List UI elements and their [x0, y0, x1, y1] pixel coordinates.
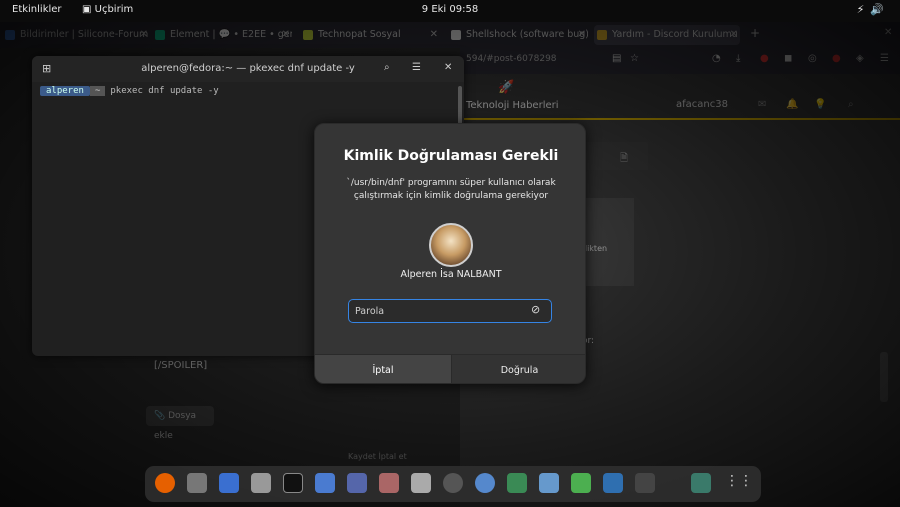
extension-icon[interactable]: ◎ [808, 53, 817, 64]
tab-label: Bildirimler | Silicone-Forum [20, 29, 149, 40]
dash-dock: ⋮⋮ [145, 466, 761, 502]
spoiler-tag: [/SPOILER] [154, 360, 208, 371]
new-tab-icon[interactable]: + [750, 26, 760, 40]
tab-label: Yardım - Discord Kurulumu [612, 29, 738, 40]
app-icon[interactable] [347, 473, 367, 493]
user-name: Alperen İsa NALBANT [400, 269, 502, 280]
close-tab-icon[interactable]: ✕ [578, 25, 586, 45]
terminal-scrollbar[interactable] [458, 86, 462, 126]
hamburger-menu-icon[interactable]: ☰ [412, 62, 421, 73]
volume-icon: 🔊 [870, 3, 890, 16]
mail-icon[interactable]: ✉ [758, 99, 766, 110]
terminal-icon[interactable] [283, 473, 303, 493]
extension-icon[interactable]: ● [832, 53, 841, 64]
close-tab-icon[interactable]: ✕ [282, 25, 290, 45]
app-icon[interactable] [691, 473, 711, 493]
download-icon[interactable]: ⤓ [736, 53, 740, 64]
tab-label: Shellshock (software bug) [466, 29, 588, 40]
extensions-icon[interactable] [571, 473, 591, 493]
user-menu[interactable]: afacanc38 [676, 99, 728, 110]
password-input[interactable] [348, 299, 552, 323]
search-icon[interactable]: ⌕ [384, 62, 390, 73]
close-tab-icon[interactable]: ✕ [730, 25, 738, 45]
firefox-icon[interactable] [155, 473, 175, 493]
system-tray[interactable]: ⚡🔊 [857, 3, 890, 16]
software-icon[interactable] [251, 473, 271, 493]
tab-label: Technopat Sosyal [318, 29, 401, 40]
terminal-prompt: alperen ~ pkexec dnf update -y [40, 86, 219, 96]
bulb-icon[interactable]: 💡 [814, 99, 826, 110]
tab-favicon [451, 30, 461, 40]
browser-navbar: 594/#post-6078298 ▤ ☆ ◔ ⤓ ● ◼ ◎ ● ◈ ☰ [460, 48, 900, 74]
dialog-title: Kimlik Doğrulaması Gerekli [343, 148, 559, 164]
extension-icon[interactable]: ◼ [784, 53, 792, 64]
tab-favicon [303, 30, 313, 40]
app-icon[interactable] [379, 473, 399, 493]
dialog-message: `/usr/bin/dnf' programını süper kullanıc… [346, 178, 556, 201]
site-nav-news[interactable]: Teknoloji Haberleri [466, 100, 559, 111]
save-button[interactable]: Kaydet [348, 452, 376, 461]
app-icon[interactable] [475, 473, 495, 493]
page-scrollbar[interactable] [880, 352, 888, 402]
extension-icon[interactable]: ◈ [856, 53, 864, 64]
tab-label: Element | 💬 • E2EE • general [170, 29, 292, 40]
prompt-command: pkexec dnf update -y [110, 86, 219, 96]
close-window-icon[interactable]: ✕ [884, 27, 892, 38]
close-tab-icon[interactable]: ✕ [140, 25, 148, 45]
app-icon[interactable] [539, 473, 559, 493]
cancel-edit-button[interactable]: İptal et [378, 452, 406, 461]
authenticate-button[interactable]: Doğrula [451, 355, 585, 383]
system-monitor-icon[interactable] [315, 473, 335, 493]
site-header: 🚀 Teknoloji Haberleri afacanc38 ✉ 🔔 💡 ⌕ [460, 74, 900, 120]
search-icon[interactable]: ⌕ [848, 99, 854, 110]
app-icon[interactable] [443, 473, 463, 493]
browser-tab-3[interactable]: Technopat Sosyal ✕ [300, 25, 440, 45]
user-avatar [429, 223, 473, 267]
paperclip-icon: 📎 [154, 411, 166, 421]
app-icon[interactable] [603, 473, 623, 493]
close-icon[interactable]: ✕ [444, 62, 452, 73]
pocket-icon[interactable]: ◔ [712, 53, 721, 64]
show-apps-grid-icon[interactable]: ⋮⋮ [725, 473, 753, 493]
polkit-auth-dialog: Kimlik Doğrulaması Gerekli `/usr/bin/dnf… [314, 123, 586, 384]
url-bar[interactable]: 594/#post-6078298 [466, 54, 557, 64]
dialog-buttons: İptal Doğrula [315, 354, 585, 383]
files-icon[interactable] [187, 473, 207, 493]
tab-favicon [155, 30, 165, 40]
menu-icon[interactable]: ☰ [880, 53, 889, 64]
bookmark-star-icon[interactable]: ☆ [630, 53, 639, 64]
attach-file-button[interactable]: 📎 Dosya ekle [146, 406, 214, 441]
clock[interactable]: 9 Eki 09:58 [0, 4, 900, 15]
prompt-user: alperen [40, 86, 90, 96]
rocket-icon: 🚀 [498, 80, 515, 95]
reader-icon[interactable]: ▤ [612, 53, 621, 64]
prompt-dir: ~ [89, 86, 106, 96]
browser-tab-1[interactable]: Bildirimler | Silicone-Forum ✕ [2, 25, 150, 45]
tab-favicon [597, 30, 607, 40]
cancel-button[interactable]: İptal [315, 355, 451, 383]
eye-slash-icon[interactable]: ⊘ [531, 303, 540, 316]
app-icon[interactable] [635, 473, 655, 493]
browser-tab-2[interactable]: Element | 💬 • E2EE • general✕ [152, 25, 292, 45]
text-editor-icon[interactable] [219, 473, 239, 493]
browser-tab-4[interactable]: Shellshock (software bug) ✕ [448, 25, 588, 45]
tab-favicon [5, 30, 15, 40]
close-tab-icon[interactable]: ✕ [430, 25, 438, 45]
top-bar: Etkinlikler ▣ Uçbirim 9 Eki 09:58 ⚡🔊 [0, 0, 900, 22]
app-icon[interactable] [411, 473, 431, 493]
document-icon[interactable]: 🗎 [620, 151, 628, 168]
browser-tabstrip: Bildirimler | Silicone-Forum ✕ Element | … [0, 22, 900, 48]
network-icon: ⚡ [856, 3, 871, 16]
app-icon[interactable] [507, 473, 527, 493]
terminal-titlebar[interactable]: ⊞ alperen@fedora:~ — pkexec dnf update -… [32, 56, 464, 82]
save-bar: Kaydet İptal et [348, 452, 407, 461]
extension-icon[interactable]: ● [760, 53, 769, 64]
browser-tab-5[interactable]: Yardım - Discord Kurulumu ✕ [594, 25, 740, 45]
terminal-title: alperen@fedora:~ — pkexec dnf update -y [141, 63, 355, 74]
bell-icon[interactable]: 🔔 [786, 99, 798, 110]
